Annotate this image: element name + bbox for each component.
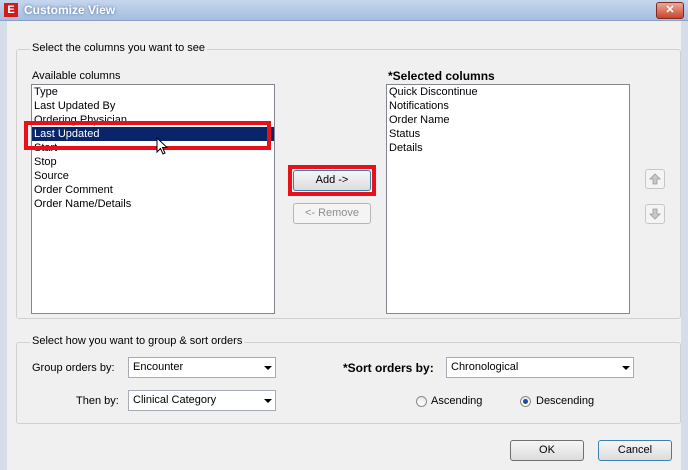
- selected-column-item[interactable]: Details: [387, 141, 629, 155]
- available-column-item[interactable]: Source: [32, 169, 274, 183]
- move-down-button[interactable]: [645, 204, 665, 224]
- group-by-select[interactable]: Encounter: [128, 357, 276, 378]
- selected-column-item[interactable]: Notifications: [387, 99, 629, 113]
- descending-radio[interactable]: [520, 396, 531, 407]
- selected-column-item[interactable]: Order Name: [387, 113, 629, 127]
- available-column-item[interactable]: Last Updated By: [32, 99, 274, 113]
- title-bar: E Customize View ✕: [0, 0, 688, 21]
- then-by-value: Clinical Category: [133, 394, 217, 406]
- available-column-item[interactable]: Order Name/Details: [32, 197, 274, 211]
- up-arrow-icon: [649, 173, 661, 185]
- chevron-down-icon: [264, 399, 272, 403]
- descending-label[interactable]: Descending: [536, 395, 594, 407]
- close-button[interactable]: ✕: [656, 2, 684, 19]
- available-columns-list[interactable]: Type Last Updated By Ordering Physician Las…: [31, 84, 275, 314]
- selected-columns-list[interactable]: Quick Discontinue Notifications Order Name…: [386, 84, 630, 314]
- group-by-label: Group orders by:: [32, 362, 115, 374]
- ascending-label[interactable]: Ascending: [431, 395, 482, 407]
- dialog-title: Customize View: [24, 3, 116, 17]
- group-sort-legend: Select how you want to group & sort orde…: [30, 335, 245, 347]
- mouse-cursor-icon: [156, 137, 169, 155]
- columns-group-legend: Select the columns you want to see: [30, 42, 208, 54]
- chevron-down-icon: [264, 366, 272, 370]
- move-up-button[interactable]: [645, 169, 665, 189]
- remove-button[interactable]: <- Remove: [293, 203, 371, 224]
- down-arrow-icon: [649, 208, 661, 220]
- group-sort-group: [16, 342, 681, 424]
- sort-by-label: *Sort orders by:: [343, 361, 434, 375]
- selected-column-item[interactable]: Status: [387, 127, 629, 141]
- cancel-button[interactable]: Cancel: [598, 440, 672, 461]
- available-column-item[interactable]: Last Updated: [32, 127, 274, 141]
- sort-by-select[interactable]: Chronological: [446, 357, 634, 378]
- add-button[interactable]: Add ->: [293, 170, 371, 191]
- sort-by-value: Chronological: [451, 361, 519, 373]
- then-by-label: Then by:: [76, 395, 119, 407]
- ascending-radio[interactable]: [416, 396, 427, 407]
- customize-view-dialog: E Customize View ✕ Select the columns yo…: [0, 0, 688, 470]
- selected-columns-label: *Selected columns: [388, 69, 495, 83]
- then-by-select[interactable]: Clinical Category: [128, 390, 276, 411]
- app-logo-icon: E: [4, 3, 18, 17]
- group-by-value: Encounter: [133, 361, 184, 373]
- available-column-item[interactable]: Stop: [32, 155, 274, 169]
- chevron-down-icon: [622, 366, 630, 370]
- available-column-item[interactable]: Order Comment: [32, 183, 274, 197]
- available-column-item[interactable]: Start: [32, 141, 274, 155]
- ok-button[interactable]: OK: [510, 440, 584, 461]
- available-column-item[interactable]: Ordering Physician: [32, 113, 274, 127]
- available-column-item[interactable]: Type: [32, 85, 274, 99]
- selected-column-item[interactable]: Quick Discontinue: [387, 85, 629, 99]
- available-columns-label: Available columns: [32, 70, 121, 82]
